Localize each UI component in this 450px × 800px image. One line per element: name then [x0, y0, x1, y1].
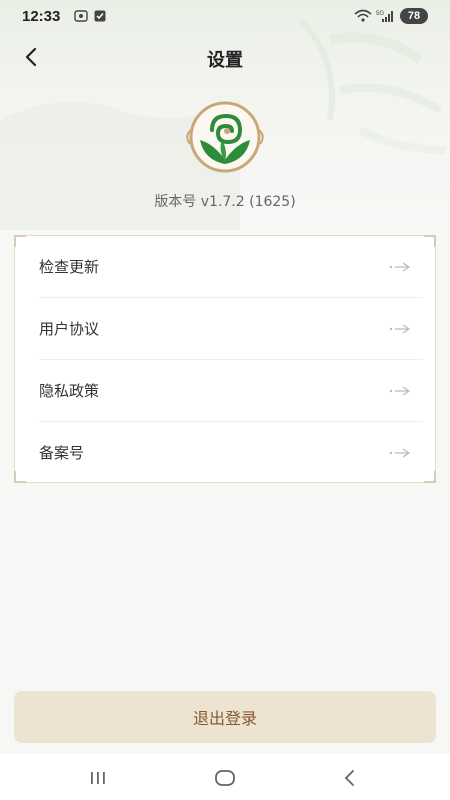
system-back-button[interactable]	[330, 766, 370, 790]
app-logo	[178, 100, 272, 174]
card-corner-decoration	[424, 471, 436, 483]
menu-item-label: 检查更新	[39, 258, 100, 276]
recent-apps-icon	[91, 772, 105, 784]
menu-item-label: 用户协议	[39, 320, 100, 338]
arrow-right-icon	[389, 324, 411, 334]
card-corner-decoration	[424, 235, 436, 247]
version-text: 版本号 v1.7.2 (1625)	[154, 194, 296, 210]
card-corner-decoration	[14, 471, 26, 483]
status-time: 12:33	[22, 8, 61, 25]
menu-item-check-update[interactable]: 检查更新	[27, 236, 423, 298]
back-icon	[344, 770, 354, 786]
arrow-right-icon	[389, 262, 411, 272]
arrow-right-icon	[389, 386, 411, 396]
page-title: 设置	[207, 50, 243, 71]
status-right-icons: 5G 78	[354, 8, 428, 24]
card-corner-decoration	[14, 235, 26, 247]
settings-menu: 检查更新 用户协议 隐私政策 备案号	[14, 235, 436, 483]
network-type: 5G	[376, 11, 384, 17]
signal-icon: 5G	[376, 11, 393, 22]
status-bar: 12:33 5G 78	[0, 0, 450, 34]
screenshot-icon	[74, 10, 88, 22]
menu-item-privacy-policy[interactable]: 隐私政策	[27, 360, 423, 422]
wifi-icon	[354, 9, 372, 22]
menu-item-filing-number[interactable]: 备案号	[27, 422, 423, 484]
logout-label: 退出登录	[192, 709, 257, 728]
status-left-icons	[74, 10, 106, 22]
home-button[interactable]	[205, 766, 245, 790]
menu-item-label: 备案号	[39, 444, 85, 462]
battery-icon: 78	[400, 8, 428, 24]
menu-item-user-agreement[interactable]: 用户协议	[27, 298, 423, 360]
arrow-right-icon	[389, 448, 411, 458]
logout-button[interactable]: 退出登录	[14, 691, 436, 743]
home-icon	[215, 770, 235, 786]
battery-level: 78	[407, 10, 421, 22]
system-nav-bar	[0, 754, 450, 800]
checkbox-notification-icon	[94, 10, 106, 22]
recent-apps-button[interactable]	[78, 766, 118, 790]
menu-item-label: 隐私政策	[39, 382, 100, 400]
nav-header: 设置	[0, 38, 450, 76]
